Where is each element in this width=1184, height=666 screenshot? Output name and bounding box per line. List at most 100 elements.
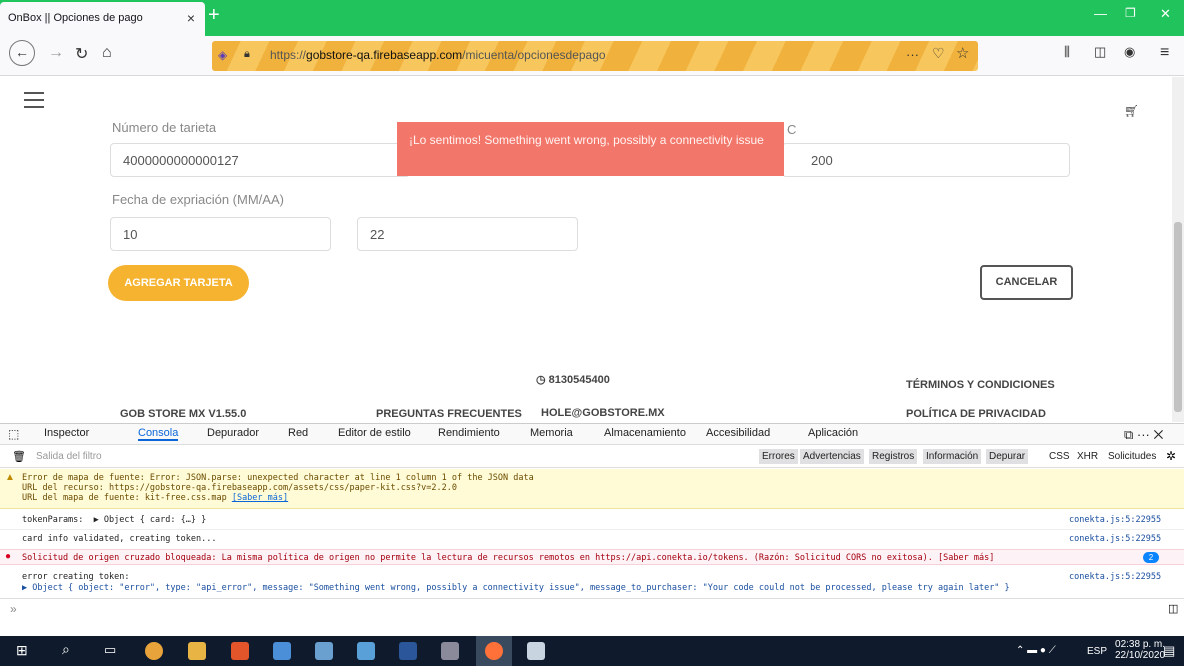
window-close-icon[interactable]: ✕ xyxy=(1160,6,1171,22)
footer-faq-link[interactable]: PREGUNTAS FRECUENTES xyxy=(376,408,522,420)
console-split-icon[interactable]: ◫ xyxy=(1168,602,1178,615)
devtools-tab-storage[interactable]: Almacenamiento xyxy=(604,427,686,439)
reload-icon[interactable]: ↻ xyxy=(75,44,88,64)
brave-icon[interactable] xyxy=(231,642,249,660)
task-view-icon[interactable]: ▭ xyxy=(104,642,116,658)
filter-warnings[interactable]: Advertencias xyxy=(800,449,864,464)
filter-info[interactable]: Información xyxy=(923,449,982,464)
page-actions-icon[interactable]: ··· xyxy=(906,47,919,62)
console-input-divider xyxy=(0,598,1184,599)
hamburger-menu-icon[interactable] xyxy=(24,92,44,113)
add-card-button[interactable]: AGREGAR TARJETA xyxy=(108,265,249,301)
devtools-tab-performance[interactable]: Rendimiento xyxy=(438,427,500,439)
cvc-label: C xyxy=(787,122,797,137)
footer-email[interactable]: HOLE@GOBSTORE.MX xyxy=(541,407,665,419)
tab-title: OnBox || Opciones de pago xyxy=(8,12,143,24)
clock[interactable]: 02:38 p. m. 22/10/2020 xyxy=(1115,639,1165,661)
system-tray-icons[interactable]: ⌃ ▬ ● ⟋ xyxy=(1016,645,1056,656)
devtools-tab-network[interactable]: Red xyxy=(288,427,308,439)
filter-errors[interactable]: Errores xyxy=(759,449,798,464)
pocket-icon[interactable]: ♡ xyxy=(932,45,945,62)
shield-icon[interactable]: ◈ xyxy=(218,48,227,62)
back-icon[interactable]: ← xyxy=(9,40,35,66)
menu-icon[interactable]: ≡ xyxy=(1160,44,1169,62)
devtools-tab-debugger[interactable]: Depurador xyxy=(207,427,259,439)
url-text[interactable]: https://gobstore-qa.firebaseapp.com/micu… xyxy=(270,48,606,62)
document-icon[interactable] xyxy=(315,642,333,660)
filter-xhr[interactable]: XHR xyxy=(1074,449,1101,464)
log-error-creating-token: error creating token: xyxy=(22,572,130,582)
log-card-validated: card info validated, creating token... xyxy=(22,534,217,544)
card-number-input[interactable]: 4000000000000127 xyxy=(110,143,410,177)
log-source-link[interactable]: conekta.js:5:22955 xyxy=(1069,515,1161,525)
expiry-month-input[interactable]: 10 xyxy=(110,217,331,251)
library-icon[interactable]: ⫼ xyxy=(1064,44,1070,60)
notifications-icon[interactable]: ▤ xyxy=(1163,643,1175,659)
cvc-input[interactable]: 200 xyxy=(782,143,1070,177)
devtools-tab-application[interactable]: Aplicación xyxy=(808,427,858,439)
restore-icon[interactable]: ❐ xyxy=(1125,6,1136,20)
filter-requests[interactable]: Solicitudes xyxy=(1105,449,1159,464)
page-scrollbar[interactable] xyxy=(1172,77,1184,422)
word-icon[interactable] xyxy=(399,642,417,660)
error-cors-message: Solicitud de origen cruzado bloqueada: L… xyxy=(22,553,995,563)
firefox-icon[interactable] xyxy=(485,642,503,660)
new-tab-button[interactable]: + xyxy=(208,4,220,27)
warning-line3: URL del mapa de fuente: kit-free.css.map… xyxy=(22,493,289,503)
cancel-button[interactable]: CANCELAR xyxy=(980,265,1073,300)
log-error-object[interactable]: ▶ Object { object: "error", type: "api_e… xyxy=(22,583,1010,593)
browser-tab[interactable]: OnBox || Opciones de pago × xyxy=(0,2,205,36)
warning-learn-more-link[interactable]: [Saber más] xyxy=(232,493,288,503)
account-icon[interactable]: ◉ xyxy=(1124,44,1135,60)
chrome-icon[interactable] xyxy=(145,642,163,660)
error-count-badge: 2 xyxy=(1143,552,1159,563)
search-icon[interactable]: ⌕ xyxy=(62,641,70,658)
error-icon: ● xyxy=(5,551,12,562)
trash-icon[interactable]: 🗑︎ xyxy=(12,450,26,463)
log-source-link[interactable]: conekta.js:5:22955 xyxy=(1069,572,1161,582)
filter-debug[interactable]: Depurar xyxy=(986,449,1029,464)
language-indicator[interactable]: ESP xyxy=(1087,646,1107,657)
console-settings-icon[interactable]: ✲ xyxy=(1166,449,1176,463)
app-icon[interactable] xyxy=(273,642,291,660)
file-explorer-icon[interactable] xyxy=(188,642,206,660)
app-icon[interactable] xyxy=(357,642,375,660)
devtools-tab-accessibility[interactable]: Accesibilidad xyxy=(706,427,770,439)
sidebar-icon[interactable]: ◫ xyxy=(1094,44,1106,60)
tab-close-icon[interactable]: × xyxy=(187,10,195,26)
log-source-link[interactable]: conekta.js:5:22955 xyxy=(1069,534,1161,544)
windows-taskbar xyxy=(0,636,1184,666)
log-token-params[interactable]: tokenParams: ▶ Object { card: {…} } xyxy=(22,515,206,525)
whatsapp-icon: ◷ xyxy=(536,374,549,386)
element-picker-icon[interactable]: ⬚ xyxy=(8,427,19,441)
footer-terms-link[interactable]: TÉRMINOS Y CONDICIONES xyxy=(906,379,1055,391)
footer-phone: ◷ 8130545400 xyxy=(536,374,610,386)
filter-input[interactable]: Salida del filtro xyxy=(36,451,102,462)
lock-icon[interactable]: 🔒︎ xyxy=(244,48,250,61)
forward-icon[interactable]: → xyxy=(48,44,64,62)
devtools-tab-memory[interactable]: Memoria xyxy=(530,427,573,439)
expiry-label: Fecha de expriación (MM/AA) xyxy=(112,192,284,207)
minimize-icon[interactable]: — xyxy=(1094,6,1107,21)
filter-logs[interactable]: Registros xyxy=(869,449,918,464)
devtools-tab-inspector[interactable]: Inspector xyxy=(44,427,89,439)
warning-line1: Error de mapa de fuente: Error: JSON.par… xyxy=(22,473,534,483)
card-number-label: Número de tarjeta xyxy=(112,120,217,132)
bookmark-star-icon[interactable]: ☆ xyxy=(956,44,969,62)
footer-privacy-link[interactable]: POLÍTICA DE PRIVACIDAD xyxy=(906,408,1046,420)
console-prompt[interactable]: » xyxy=(10,602,17,616)
expiry-year-input[interactable]: 22 xyxy=(357,217,578,251)
warning-icon: ▲ xyxy=(5,472,15,483)
warning-line2: URL del recurso: https://gobstore-qa.fir… xyxy=(22,483,457,493)
windows-start-icon[interactable]: ⊞ xyxy=(16,642,28,659)
devtools-tab-console[interactable]: Consola xyxy=(138,427,179,441)
error-toast: ¡Lo sentimos! Something went wrong, poss… xyxy=(397,122,784,176)
home-icon[interactable]: ⌂ xyxy=(102,44,112,62)
cart-icon[interactable]: 🛒︎ xyxy=(1124,104,1139,118)
app-icon[interactable] xyxy=(441,642,459,660)
dock-icon[interactable]: ⧉ ··· ✕ xyxy=(1124,427,1163,443)
console-divider xyxy=(0,529,1184,530)
app-icon[interactable] xyxy=(527,642,545,660)
devtools-tab-style-editor[interactable]: Editor de estilo xyxy=(338,427,411,439)
filter-css[interactable]: CSS xyxy=(1046,449,1073,464)
